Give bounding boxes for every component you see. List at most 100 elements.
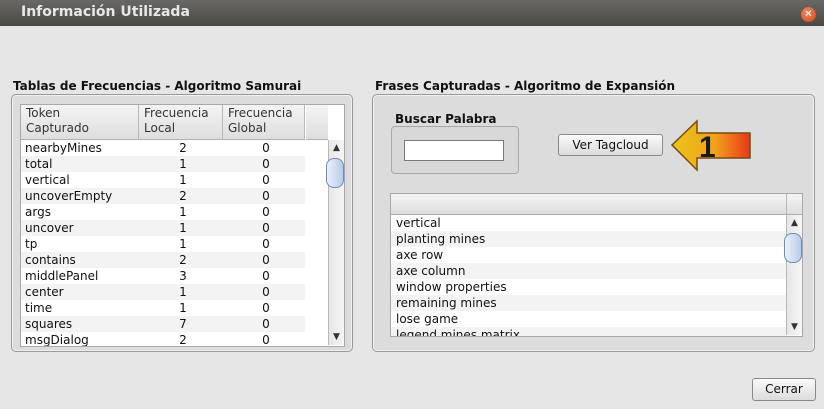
scroll-up-arrow-icon[interactable]: ▲ — [787, 217, 802, 229]
close-icon[interactable]: ✕ — [801, 7, 816, 22]
token-cell: center — [25, 285, 64, 299]
table-row[interactable]: msgDialog 2 0 — [21, 332, 305, 347]
column-header-line: Frecuencia — [144, 106, 209, 120]
table-row[interactable]: nearbyMines 2 0 — [21, 140, 305, 156]
local-frequency-cell: 1 — [179, 301, 187, 315]
local-frequency-cell: 2 — [179, 333, 187, 347]
phrase-text: lose game — [396, 312, 459, 326]
column-header-line: Global — [228, 121, 267, 135]
list-item[interactable]: remaining mines — [391, 295, 786, 311]
list-item[interactable]: axe row — [391, 247, 786, 263]
list-body: vertical planting mines axe row axe column w… — [391, 215, 786, 337]
global-frequency-cell: 0 — [262, 253, 270, 267]
phrase-text: remaining mines — [396, 296, 497, 310]
search-input[interactable] — [404, 140, 504, 161]
table-row[interactable]: vertical 1 0 — [21, 172, 305, 188]
token-cell: vertical — [25, 173, 70, 187]
global-frequency-cell: 0 — [262, 301, 270, 315]
column-header-line: Token — [26, 106, 61, 120]
view-tagcloud-button[interactable]: Ver Tagcloud — [558, 134, 663, 156]
global-frequency-cell: 0 — [262, 221, 270, 235]
token-cell: args — [25, 205, 51, 219]
column-header-line: Local — [144, 121, 176, 135]
phrase-text: window properties — [396, 280, 507, 294]
local-frequency-cell: 1 — [179, 285, 187, 299]
callout-arrow-icon: 1 — [670, 119, 751, 172]
list-item[interactable]: axe column — [391, 263, 786, 279]
list-header-corner — [786, 194, 802, 215]
table-row[interactable]: contains 2 0 — [21, 252, 305, 268]
scroll-up-arrow-icon[interactable]: ▲ — [329, 142, 344, 154]
table-header: Token Capturado Frecuencia Local Frecuen… — [21, 105, 305, 140]
table-row[interactable]: uncoverEmpty 2 0 — [21, 188, 305, 204]
local-frequency-cell: 2 — [179, 141, 187, 155]
title-bar: Información Utilizada ✕ — [0, 0, 824, 26]
global-frequency-cell: 0 — [262, 317, 270, 331]
list-item[interactable]: window properties — [391, 279, 786, 295]
table-body: nearbyMines 2 0 total 1 0 vertical 1 0 uncoverEmp… — [21, 140, 305, 347]
captured-phrases-title: Frases Capturadas - Algoritmo de Expansi… — [375, 79, 676, 93]
table-row[interactable]: total 1 0 — [21, 156, 305, 172]
global-frequency-cell: 0 — [262, 173, 270, 187]
list-item[interactable]: planting mines — [391, 231, 786, 247]
column-header-global[interactable]: Frecuencia Global — [223, 105, 305, 139]
phrases-list: vertical planting mines axe row axe column w… — [390, 193, 803, 337]
close-button[interactable]: Cerrar — [752, 378, 816, 401]
global-frequency-cell: 0 — [262, 141, 270, 155]
list-header — [391, 194, 786, 215]
table-row[interactable]: args 1 0 — [21, 204, 305, 220]
search-label: Buscar Palabra — [395, 112, 497, 126]
phrase-text: axe column — [396, 264, 466, 278]
global-frequency-cell: 0 — [262, 237, 270, 251]
list-item[interactable]: vertical — [391, 215, 786, 231]
list-vertical-scrollbar[interactable]: ▲ ▼ — [784, 215, 802, 335]
local-frequency-cell: 1 — [179, 157, 187, 171]
scroll-down-arrow-icon[interactable]: ▼ — [329, 331, 344, 343]
token-cell: contains — [25, 253, 76, 267]
frequency-table: Token Capturado Frecuencia Local Frecuen… — [20, 104, 345, 347]
token-cell: squares — [25, 317, 73, 331]
global-frequency-cell: 0 — [262, 269, 270, 283]
phrase-text: legend mines matrix — [396, 328, 520, 337]
token-cell: nearbyMines — [25, 141, 102, 155]
global-frequency-cell: 0 — [262, 189, 270, 203]
list-item[interactable]: lose game — [391, 311, 786, 327]
column-header-line: Frecuencia — [228, 106, 293, 120]
table-row[interactable]: tp 1 0 — [21, 236, 305, 252]
global-frequency-cell: 0 — [262, 285, 270, 299]
frequency-tables-title: Tablas de Frecuencias - Algoritmo Samura… — [13, 79, 302, 93]
scroll-thumb[interactable] — [784, 233, 802, 263]
table-row[interactable]: center 1 0 — [21, 284, 305, 300]
token-cell: total — [25, 157, 53, 171]
global-frequency-cell: 0 — [262, 333, 270, 347]
global-frequency-cell: 0 — [262, 205, 270, 219]
token-cell: uncover — [25, 221, 74, 235]
list-item[interactable]: legend mines matrix — [391, 327, 786, 337]
local-frequency-cell: 7 — [179, 317, 187, 331]
local-frequency-cell: 1 — [179, 221, 187, 235]
token-cell: middlePanel — [25, 269, 99, 283]
column-header-local[interactable]: Frecuencia Local — [139, 105, 223, 139]
token-cell: msgDialog — [25, 333, 89, 347]
local-frequency-cell: 1 — [179, 237, 187, 251]
table-row[interactable]: middlePanel 3 0 — [21, 268, 305, 284]
header-filler — [306, 105, 328, 140]
local-frequency-cell: 1 — [179, 173, 187, 187]
token-cell: tp — [25, 237, 38, 251]
local-frequency-cell: 2 — [179, 253, 187, 267]
column-header-line: Capturado — [26, 121, 89, 135]
table-row[interactable]: time 1 0 — [21, 300, 305, 316]
token-cell: uncoverEmpty — [25, 189, 113, 203]
table-row[interactable]: squares 7 0 — [21, 316, 305, 332]
token-cell: time — [25, 301, 53, 315]
column-header-token[interactable]: Token Capturado — [21, 105, 139, 139]
vertical-scrollbar[interactable]: ▲ ▼ — [326, 140, 344, 345]
phrase-text: vertical — [396, 216, 441, 230]
window-title: Información Utilizada — [21, 4, 190, 20]
table-row[interactable]: uncover 1 0 — [21, 220, 305, 236]
phrase-text: planting mines — [396, 232, 486, 246]
scroll-thumb[interactable] — [326, 158, 344, 188]
callout-number: 1 — [699, 131, 716, 164]
scroll-down-arrow-icon[interactable]: ▼ — [787, 321, 802, 333]
phrase-text: axe row — [396, 248, 444, 262]
